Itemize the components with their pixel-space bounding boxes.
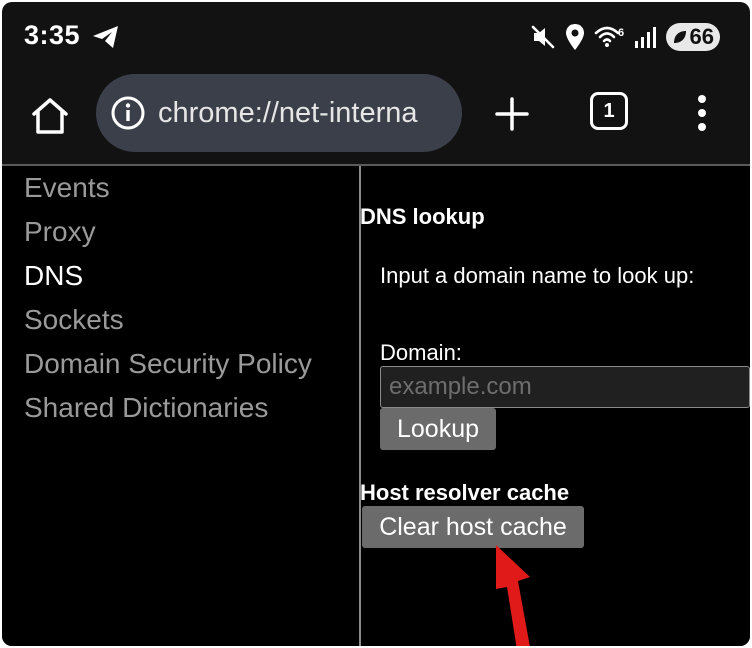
sidebar-item-events[interactable]: Events [24, 170, 358, 214]
annotation-arrow [496, 545, 530, 646]
telegram-icon [93, 26, 118, 48]
net-internals-page: Events Proxy DNS Sockets Domain Security… [2, 166, 750, 646]
sidebar-item-proxy[interactable]: Proxy [24, 214, 358, 258]
status-icons: 6 66 [530, 21, 720, 53]
dns-lookup-description: Input a domain name to look up: [380, 263, 695, 288]
sidebar-item-dns[interactable]: DNS [24, 258, 358, 302]
tab-count: 1 [590, 92, 628, 130]
plus-icon[interactable] [492, 94, 532, 134]
tab-switcher-icon[interactable]: 1 [590, 92, 628, 130]
battery-level: 66 [689, 24, 714, 49]
more-vert-icon[interactable] [684, 92, 720, 134]
host-resolver-cache-heading: Host resolver cache [360, 480, 570, 505]
wifi-badge: 6 [618, 27, 624, 39]
location-icon [565, 24, 584, 50]
battery-indicator: 66 [665, 23, 720, 51]
lookup-button[interactable]: Lookup [380, 408, 496, 450]
browser-toolbar: chrome://net-interna 1 [2, 68, 750, 164]
sidebar-item-domain-security-policy[interactable]: Domain Security Policy [24, 346, 358, 390]
home-icon[interactable] [26, 92, 74, 140]
status-time: 3:35 [24, 20, 81, 50]
sidebar-nav: Events Proxy DNS Sockets Domain Security… [24, 170, 358, 434]
sidebar-item-shared-dictionaries[interactable]: Shared Dictionaries [24, 390, 358, 434]
domain-label: Domain: [380, 340, 462, 365]
signal-icon [634, 27, 656, 48]
info-icon[interactable] [110, 95, 146, 131]
address-bar[interactable]: chrome://net-interna [96, 74, 462, 152]
status-bar: 3:35 6 66 [2, 2, 750, 68]
mute-icon [531, 25, 554, 49]
domain-input[interactable] [380, 366, 750, 408]
wifi-6-icon: 6 [594, 26, 624, 47]
url-text[interactable]: chrome://net-interna [158, 97, 418, 130]
battery-saver-icon [673, 31, 686, 43]
dns-lookup-heading: DNS lookup [360, 204, 485, 229]
sidebar-item-sockets[interactable]: Sockets [24, 302, 358, 346]
phone-screen: 3:35 6 66 chrome://net-interna 1 Events … [2, 2, 750, 646]
